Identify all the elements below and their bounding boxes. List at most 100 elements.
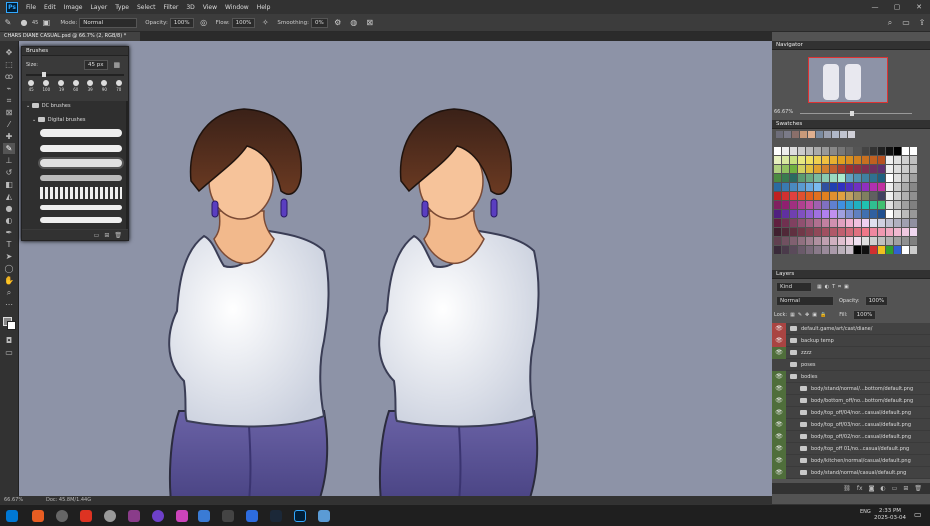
swatch[interactable] [862,201,869,209]
swatch[interactable] [798,228,805,236]
layer-row[interactable]: 👁 body/stand/normal/casual/default.png [772,467,930,479]
swatch[interactable] [878,237,885,245]
layer-row[interactable]: 👁 body/top_off/04/nor...casual/default.pn… [772,407,930,419]
brave-icon[interactable] [32,510,44,522]
swatch[interactable] [782,201,789,209]
swatch[interactable] [822,183,829,191]
brush-stroke-preview[interactable] [40,175,122,181]
more-tools-icon[interactable]: ⋯ [3,299,15,310]
new-brush-icon[interactable]: ⊞ [104,232,109,239]
quick-mask-icon[interactable]: ◘ [3,335,15,346]
swatch[interactable] [814,201,821,209]
swatch[interactable] [798,183,805,191]
swatch[interactable] [886,219,893,227]
swatch[interactable] [814,147,821,155]
brush-stroke-preview[interactable] [40,129,122,137]
swatch[interactable] [774,192,781,200]
eye-icon[interactable]: 👁 [772,383,786,395]
swatch[interactable] [870,183,877,191]
swatch[interactable] [792,131,799,138]
swatch[interactable] [910,183,917,191]
notification-icon[interactable]: ▭ [914,510,922,519]
swatch[interactable] [830,228,837,236]
swatch[interactable] [830,237,837,245]
swatch[interactable] [824,131,831,138]
navigator-thumbnail[interactable] [808,57,888,103]
swatch[interactable] [790,219,797,227]
zoom-tool-icon[interactable]: ⌕ [3,287,15,298]
swatch[interactable] [808,131,815,138]
swatch[interactable] [822,219,829,227]
swatch[interactable] [894,165,901,173]
swatch[interactable] [886,237,893,245]
swatch[interactable] [774,228,781,236]
swatch[interactable] [822,210,829,218]
blur-tool-icon[interactable]: ● [3,203,15,214]
menu-3d[interactable]: 3D [182,4,198,11]
swatch[interactable] [830,201,837,209]
layer-row[interactable]: 👁 body/top_off 01/no...casual/default.png [772,443,930,455]
swatch[interactable] [822,156,829,164]
brush-tool-icon[interactable]: ✎ [2,17,14,29]
swatch[interactable] [798,156,805,164]
swatch[interactable] [806,147,813,155]
swatch[interactable] [830,165,837,173]
swatch[interactable] [848,131,855,138]
swatch[interactable] [894,201,901,209]
pressure-size-icon[interactable]: ◍ [348,17,360,29]
swatch[interactable] [854,219,861,227]
workspace-icon[interactable]: ▭ [900,17,912,29]
swatch[interactable] [902,156,909,164]
status-zoom[interactable]: 66.67% [4,496,23,504]
brush-group-dc[interactable]: ⌄ DC brushes [22,101,126,111]
swatch[interactable] [774,210,781,218]
swatch[interactable] [798,237,805,245]
layers-list[interactable]: 👁 default.game/art/cast/diane/ 👁 backup tem… [772,323,930,481]
swatch[interactable] [902,210,909,218]
menu-select[interactable]: Select [133,4,160,11]
layer-row[interactable]: 👁 bodies [772,371,930,383]
layer-row[interactable]: 👁 zzzz [772,347,930,359]
windows-start-icon[interactable] [6,510,18,522]
swatch[interactable] [902,201,909,209]
swatch[interactable] [822,237,829,245]
flow-field[interactable]: 100% [231,17,256,28]
app-icon[interactable] [128,510,140,522]
stamp-tool-icon[interactable]: ⊥ [3,155,15,166]
swatch[interactable] [832,131,839,138]
layer-row[interactable]: 👁 body/kitchen/normal/casual/default.png [772,455,930,467]
swatch[interactable] [838,156,845,164]
menu-help[interactable]: Help [253,4,275,11]
swatch[interactable] [784,131,791,138]
swatch[interactable] [886,165,893,173]
screen-mode-icon[interactable]: ▭ [3,347,15,358]
fill-field[interactable]: 100% [852,310,877,320]
swatch[interactable] [822,174,829,182]
mode-select[interactable]: Normal [79,17,138,28]
swatch[interactable] [814,219,821,227]
swatch[interactable] [806,201,813,209]
swatch[interactable] [878,246,885,254]
swatch[interactable] [774,183,781,191]
swatch[interactable] [878,183,885,191]
bucket-tool-icon[interactable]: ◭ [3,191,15,202]
pen-tool-icon[interactable]: ✒ [3,227,15,238]
brush-preset[interactable]: 39 [87,80,94,92]
swatch[interactable] [822,201,829,209]
shape-tool-icon[interactable]: ◯ [3,263,15,274]
swatch[interactable] [862,237,869,245]
swatch[interactable] [846,237,853,245]
brush-size-slider[interactable] [26,72,124,77]
swatch[interactable] [870,228,877,236]
swatch[interactable] [814,156,821,164]
swatch[interactable] [806,165,813,173]
swatch[interactable] [854,246,861,254]
swatch[interactable] [838,147,845,155]
shape-filter-icon[interactable]: ⌗ [838,284,841,290]
brush-preset[interactable]: 70 [115,80,122,92]
swatch[interactable] [902,174,909,182]
swatch[interactable] [878,174,885,182]
app-icon[interactable] [56,510,68,522]
swatch[interactable] [886,228,893,236]
swatch[interactable] [806,219,813,227]
